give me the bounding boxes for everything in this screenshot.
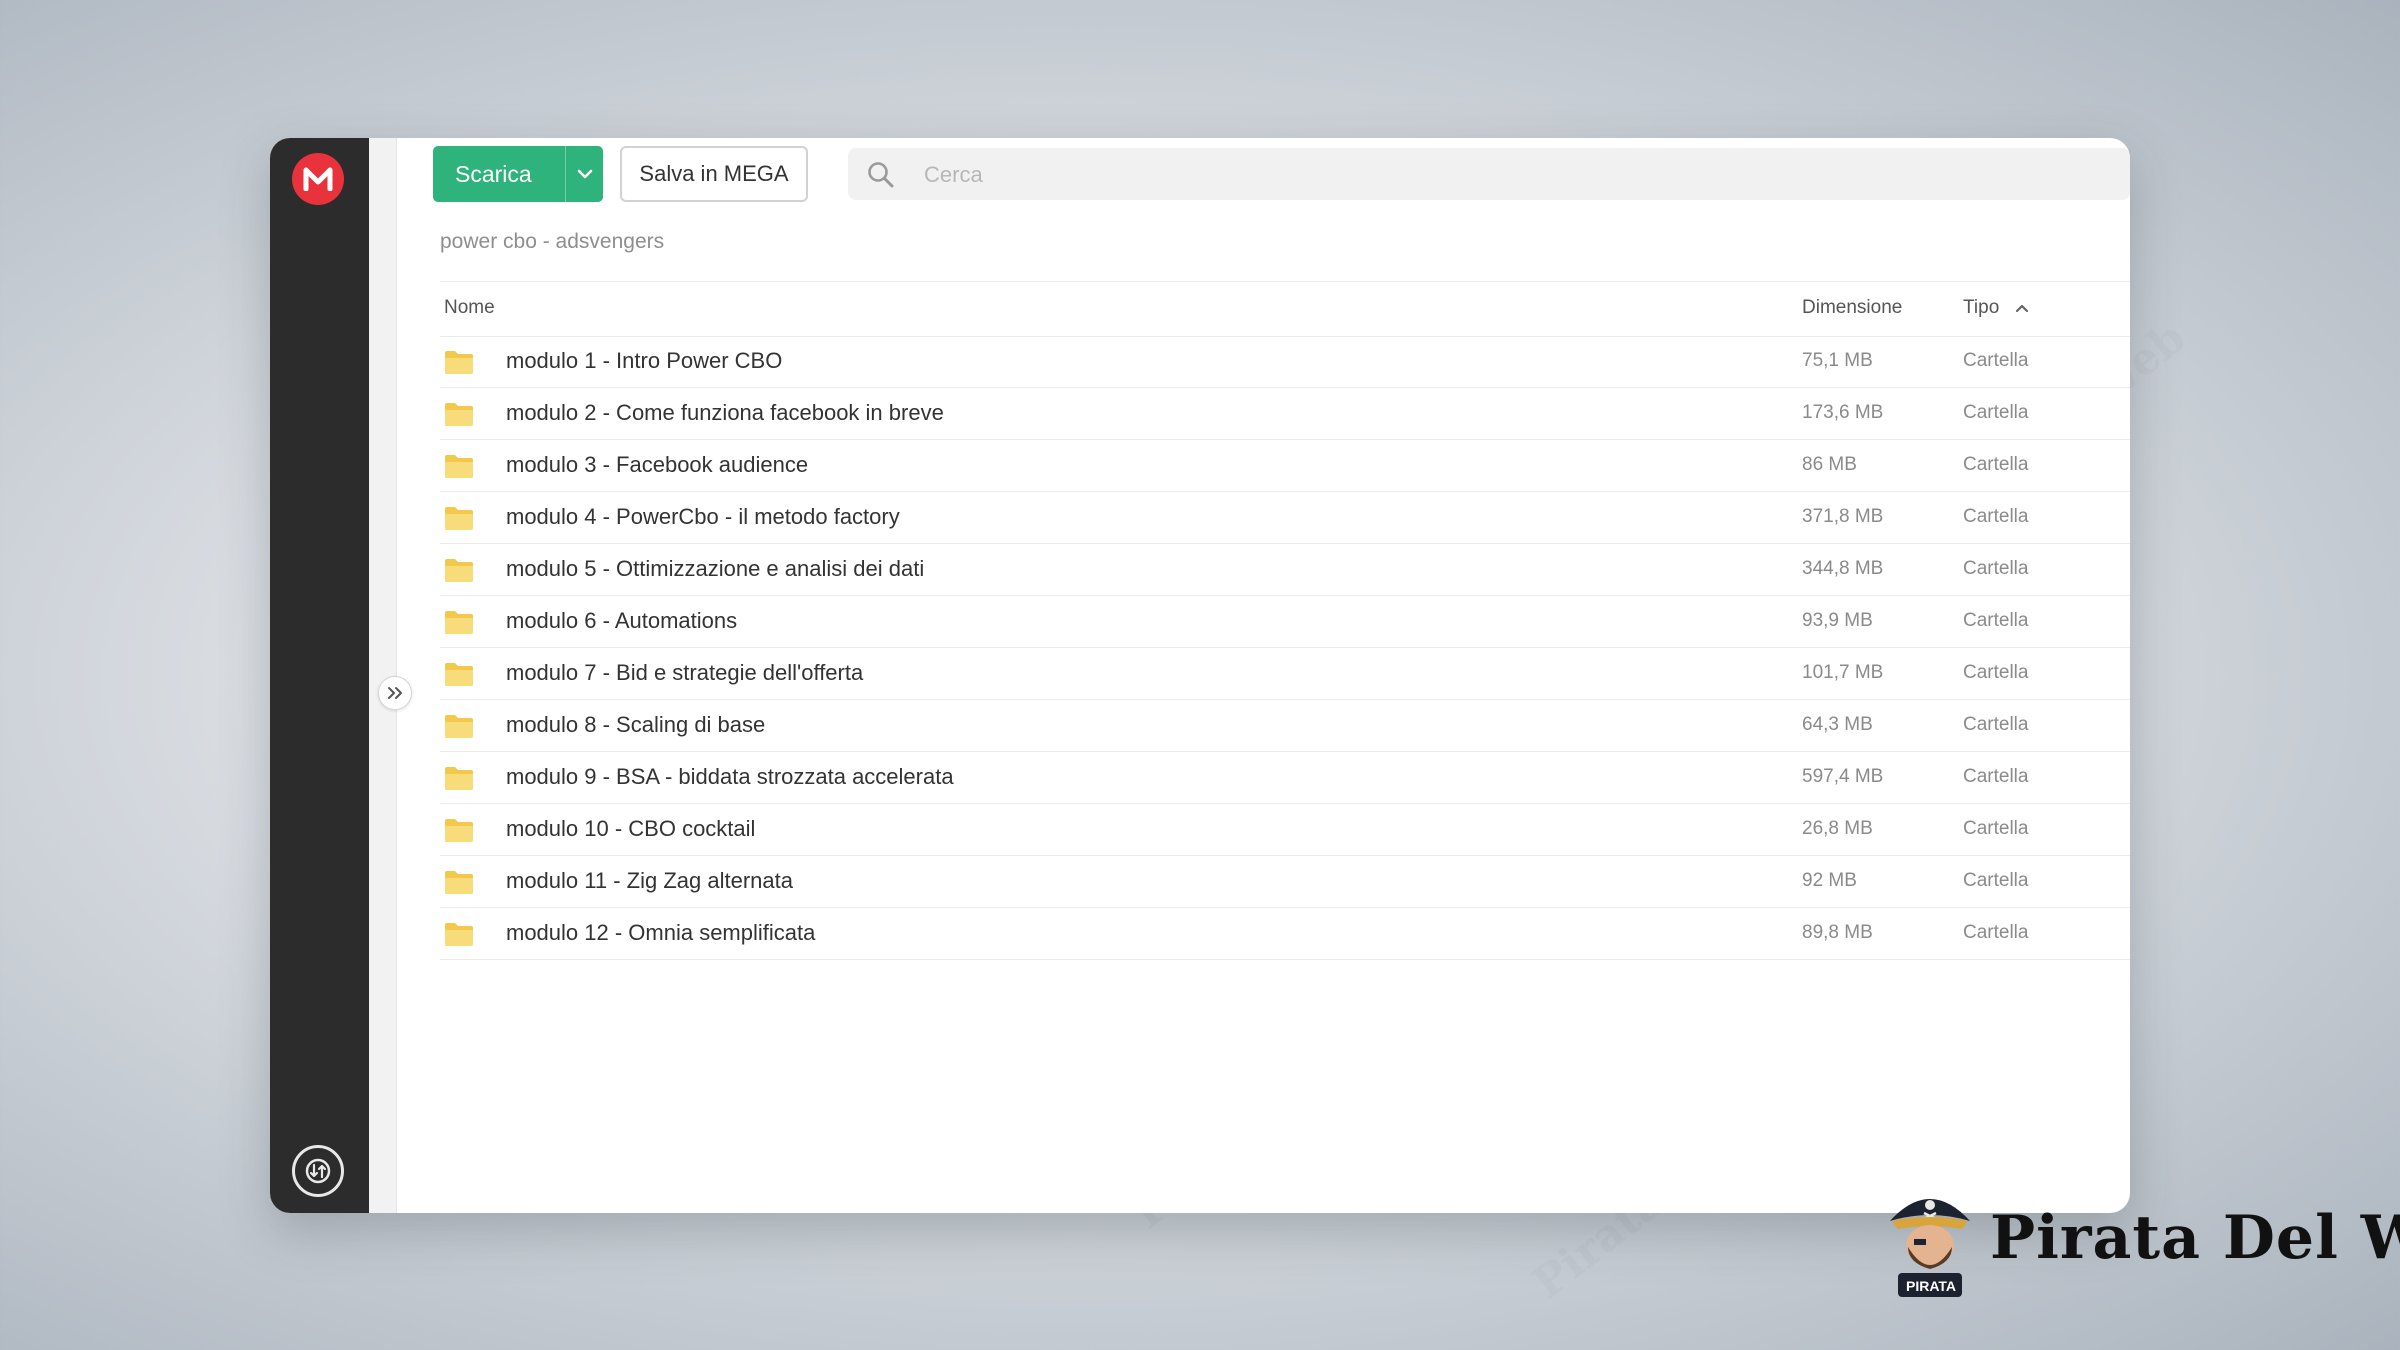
row-name: modulo 11 - Zig Zag alternata (506, 868, 793, 893)
row-name: modulo 2 - Come funziona facebook in bre… (506, 400, 944, 425)
row-type: Cartella (1963, 766, 2029, 787)
row-name: modulo 10 - CBO cocktail (506, 816, 756, 841)
table-row[interactable]: modulo 6 - Automations 93,9 MB Cartella (440, 596, 2130, 648)
download-button-label: Scarica (455, 160, 532, 187)
row-name: modulo 12 - Omnia semplificata (506, 920, 816, 945)
mega-logo-icon[interactable] (292, 153, 344, 205)
folder-icon (444, 349, 474, 380)
column-header-size[interactable]: Dimensione (1802, 297, 1902, 319)
row-size: 89,8 MB (1802, 922, 1873, 943)
table-row[interactable]: modulo 1 - Intro Power CBO 75,1 MB Cartell… (440, 336, 2130, 388)
table-row[interactable]: modulo 2 - Come funziona facebook in bre… (440, 388, 2130, 440)
row-type: Cartella (1963, 610, 2029, 631)
row-type: Cartella (1963, 818, 2029, 839)
table-row[interactable]: modulo 7 - Bid e strategie dell'offerta 1… (440, 648, 2130, 700)
row-size: 26,8 MB (1802, 818, 1873, 839)
row-name: modulo 5 - Ottimizzazione e analisi dei … (506, 556, 925, 581)
folder-icon (444, 453, 474, 484)
folder-icon (444, 557, 474, 588)
row-type: Cartella (1963, 402, 2029, 423)
file-manager-window: Scarica Salva in MEGA power cbo - adsven… (270, 138, 2130, 1213)
row-size: 93,9 MB (1802, 610, 1873, 631)
folder-icon (444, 869, 474, 900)
table-row[interactable]: modulo 10 - CBO cocktail 26,8 MB Cartella (440, 804, 2130, 856)
row-name: modulo 7 - Bid e strategie dell'offerta (506, 660, 864, 685)
table-row[interactable]: modulo 3 - Facebook audience 86 MB Cartell… (440, 440, 2130, 492)
table-row[interactable]: modulo 11 - Zig Zag alternata 92 MB Cartel… (440, 856, 2130, 908)
row-size: 75,1 MB (1802, 350, 1873, 371)
row-name: modulo 6 - Automations (506, 608, 738, 633)
row-size: 344,8 MB (1802, 558, 1884, 579)
download-button[interactable]: Scarica (433, 146, 603, 202)
row-name: modulo 8 - Scaling di base (506, 712, 766, 737)
row-name: modulo 3 - Facebook audience (506, 452, 809, 477)
row-size: 101,7 MB (1802, 662, 1884, 683)
expand-sidebar-button[interactable] (378, 676, 412, 710)
row-size: 371,8 MB (1802, 506, 1884, 527)
table-row[interactable]: modulo 8 - Scaling di base 64,3 MB Cartell… (440, 700, 2130, 752)
folder-icon (444, 505, 474, 536)
search-bar[interactable] (848, 148, 2130, 200)
row-size: 86 MB (1802, 454, 1857, 475)
row-type: Cartella (1963, 922, 2029, 943)
column-header-name[interactable]: Nome (444, 297, 495, 319)
folder-icon (444, 401, 474, 432)
file-list: modulo 1 - Intro Power CBO 75,1 MB Cartell… (440, 336, 2130, 960)
table-header: Nome Dimensione Tipo (440, 281, 2130, 337)
folder-icon (444, 713, 474, 744)
column-header-type[interactable]: Tipo (1963, 297, 1999, 319)
folder-icon (444, 921, 474, 952)
brand-name: Pirata Del Web (1990, 1203, 2400, 1273)
folder-icon (444, 609, 474, 640)
table-row[interactable]: modulo 9 - BSA - biddata strozzata accel… (440, 752, 2130, 804)
row-size: 64,3 MB (1802, 714, 1873, 735)
table-row[interactable]: modulo 12 - Omnia semplificata 89,8 MB Car… (440, 908, 2130, 960)
row-name: modulo 4 - PowerCbo - il metodo factory (506, 504, 900, 529)
folder-icon (444, 765, 474, 796)
row-type: Cartella (1963, 506, 2029, 527)
folder-icon (444, 817, 474, 848)
row-type: Cartella (1963, 350, 2029, 371)
double-chevron-right-icon (388, 687, 402, 699)
save-to-mega-button[interactable]: Salva in MEGA (620, 146, 808, 202)
brand-badge: PIRATA (1906, 1278, 1957, 1294)
table-row[interactable]: modulo 4 - PowerCbo - il metodo factory 3… (440, 492, 2130, 544)
row-type: Cartella (1963, 714, 2029, 735)
row-type: Cartella (1963, 558, 2029, 579)
row-size: 173,6 MB (1802, 402, 1884, 423)
download-dropdown-toggle[interactable] (566, 168, 603, 180)
row-type: Cartella (1963, 454, 2029, 475)
chevron-up-icon[interactable] (2015, 300, 2029, 318)
brand-watermark: PIRATA Pirata Del Web (1880, 1183, 2400, 1308)
transfer-manager-icon[interactable] (292, 1145, 344, 1197)
sidebar (270, 138, 369, 1213)
chevron-down-icon (577, 169, 592, 179)
row-name: modulo 1 - Intro Power CBO (506, 348, 783, 373)
breadcrumb[interactable]: power cbo - adsvengers (440, 230, 664, 254)
search-input[interactable] (922, 154, 2106, 196)
folder-icon (444, 661, 474, 692)
row-type: Cartella (1963, 870, 2029, 891)
row-size: 92 MB (1802, 870, 1857, 891)
row-type: Cartella (1963, 662, 2029, 683)
search-icon (866, 160, 896, 195)
row-size: 597,4 MB (1802, 766, 1884, 787)
row-name: modulo 9 - BSA - biddata strozzata accel… (506, 764, 954, 789)
table-row[interactable]: modulo 5 - Ottimizzazione e analisi dei … (440, 544, 2130, 596)
